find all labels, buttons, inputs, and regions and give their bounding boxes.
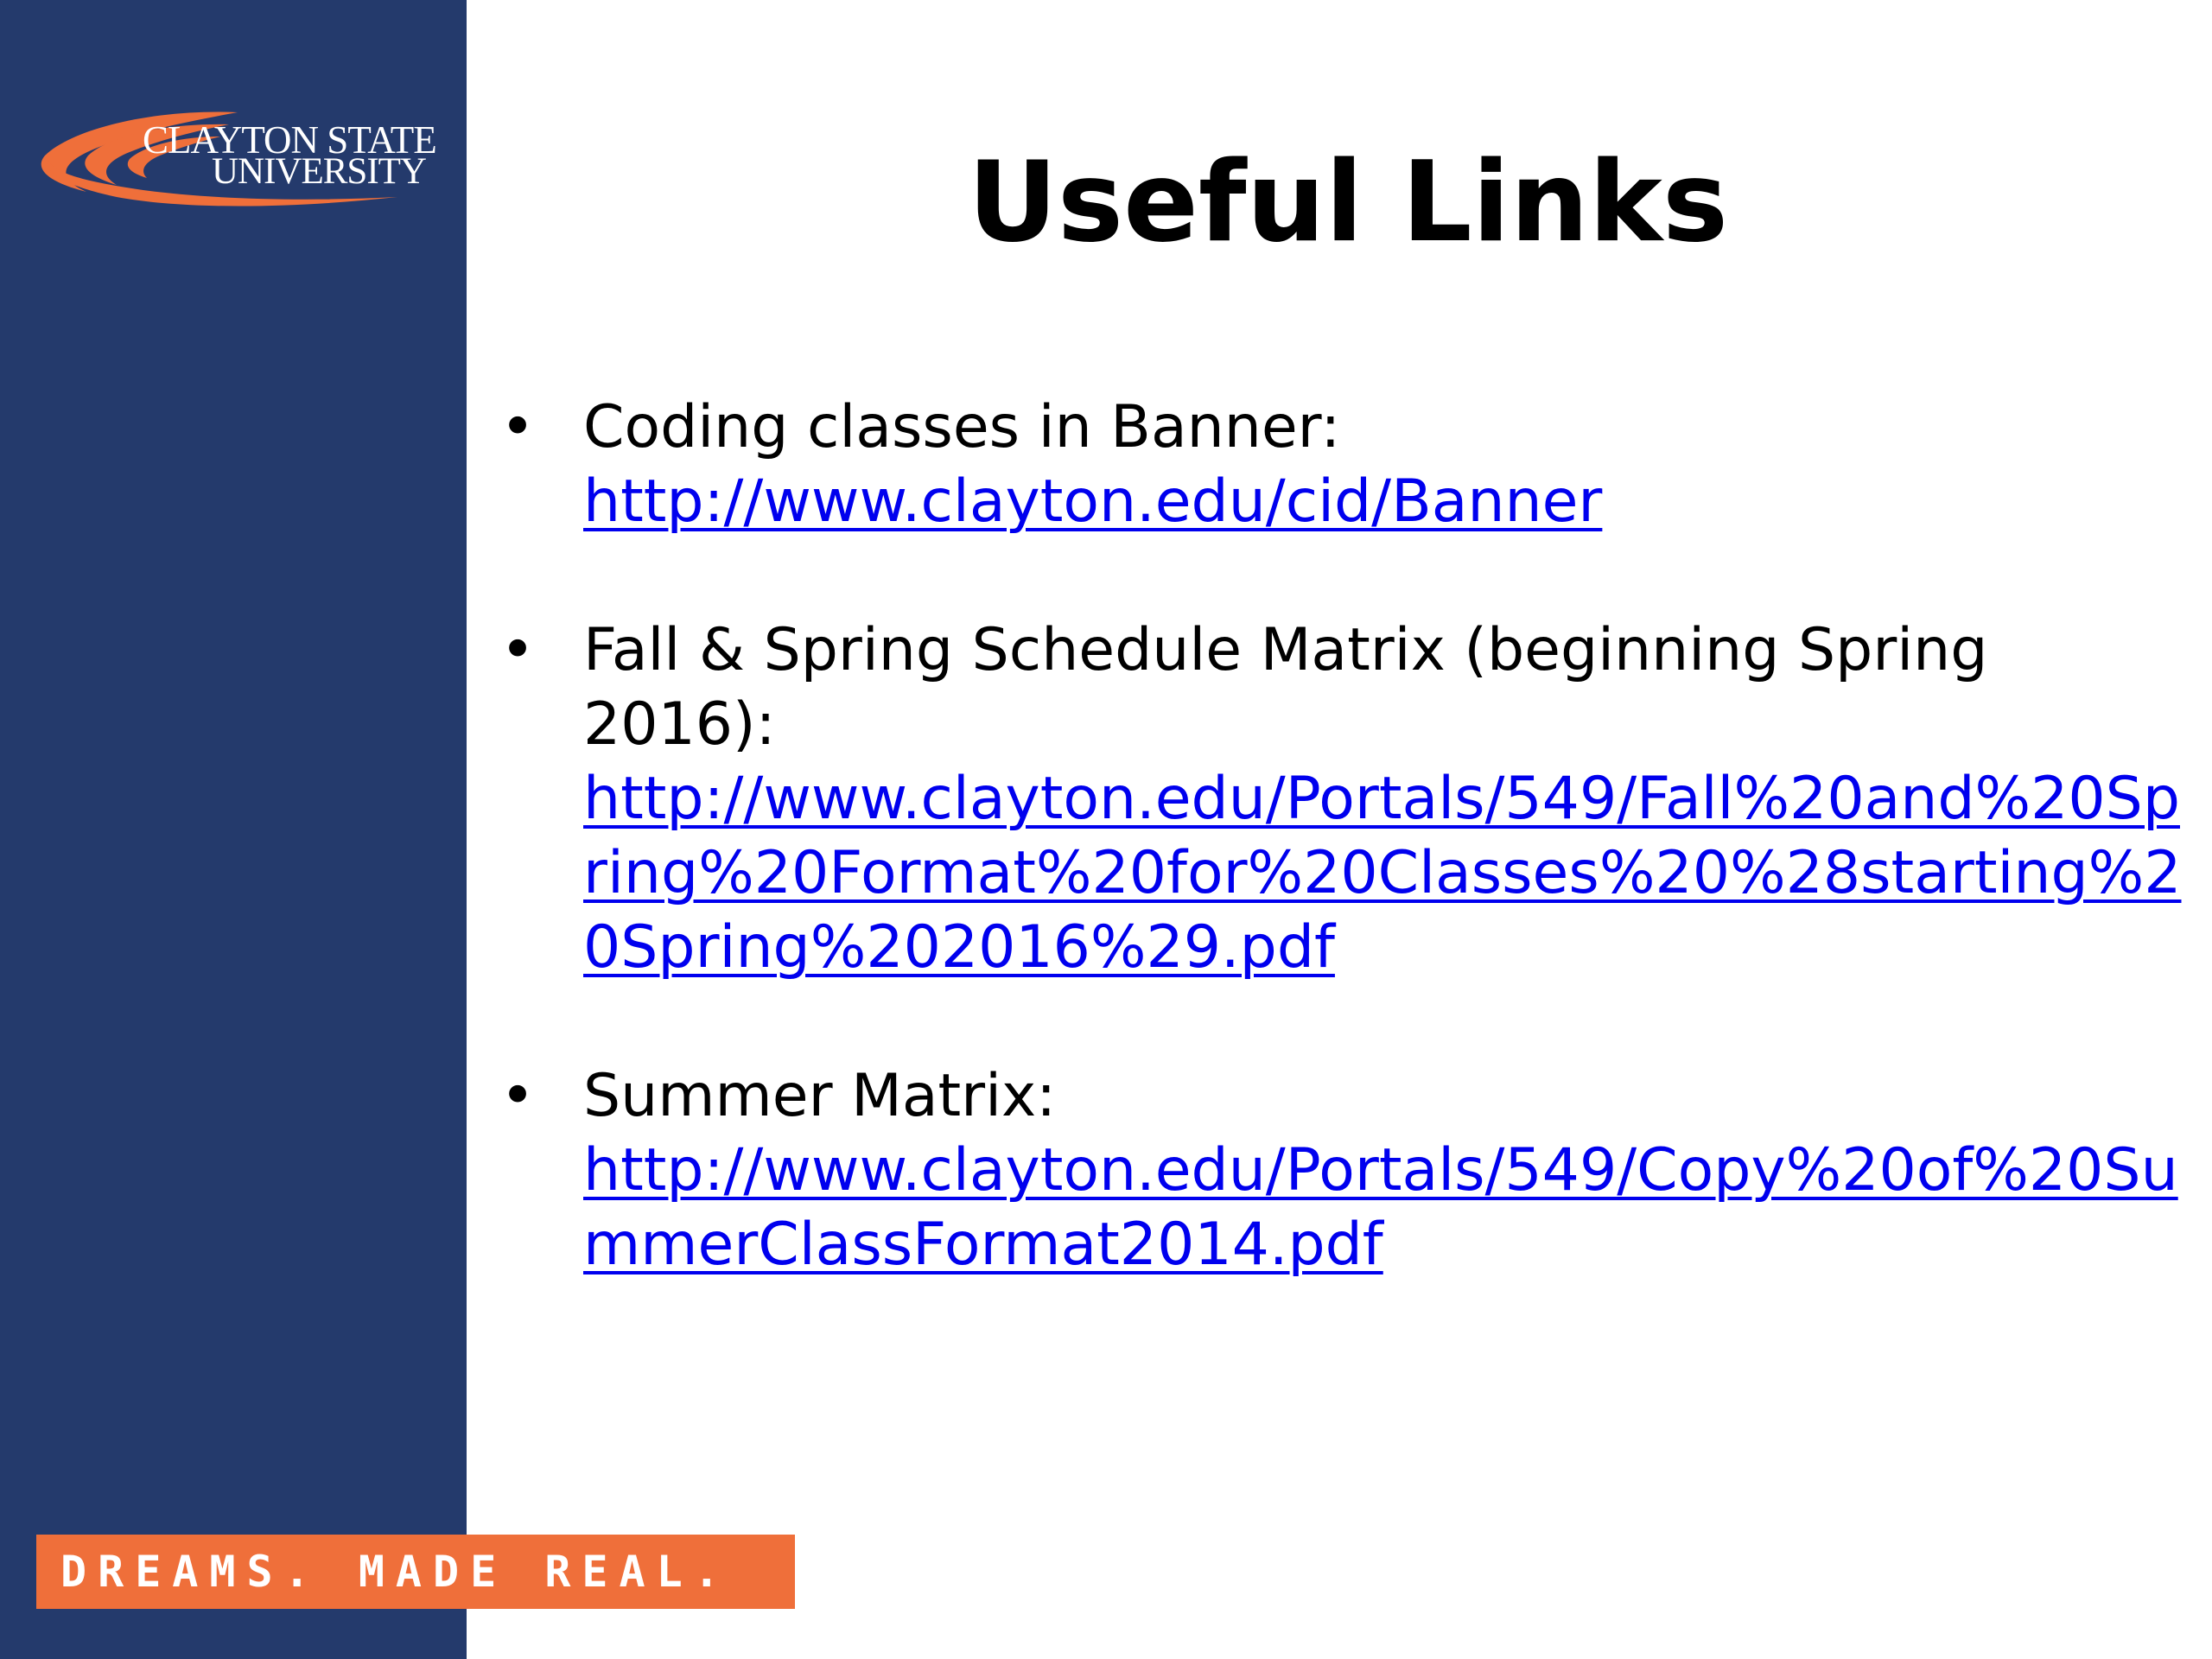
list-item: • Coding classes in Banner: http://www.c… xyxy=(497,391,2190,539)
university-logo: CLAYTON STATE UNIVERSITY xyxy=(35,102,437,214)
bullet-label: Fall & Spring Schedule Matrix (beginning… xyxy=(583,616,1988,759)
list-item: • Summer Matrix: http://www.clayton.edu/… xyxy=(497,1059,2190,1282)
bullet-label: Summer Matrix: xyxy=(583,1062,1057,1130)
list-item: • Fall & Spring Schedule Matrix (beginni… xyxy=(497,613,2190,985)
slide: CLAYTON STATE UNIVERSITY DREAMS. MADE RE… xyxy=(0,0,2212,1659)
logo-text-line2: UNIVERSITY xyxy=(212,151,427,192)
bullet-dot-icon: • xyxy=(500,1062,536,1130)
banner-link[interactable]: http://www.clayton.edu/cid/Banner xyxy=(583,465,2190,539)
bullet-dot-icon: • xyxy=(500,616,536,684)
summer-matrix-link[interactable]: http://www.clayton.edu/Portals/549/Copy%… xyxy=(583,1134,2190,1282)
bullet-dot-icon: • xyxy=(500,393,536,461)
bullet-label: Coding classes in Banner: xyxy=(583,393,1341,461)
fall-spring-matrix-link[interactable]: http://www.clayton.edu/Portals/549/Fall%… xyxy=(583,762,2190,985)
tagline-banner: DREAMS. MADE REAL. xyxy=(36,1535,795,1609)
link-list: • Coding classes in Banner: http://www.c… xyxy=(497,391,2190,1282)
sidebar-band: CLAYTON STATE UNIVERSITY DREAMS. MADE RE… xyxy=(0,0,795,1659)
slide-title: Useful Links xyxy=(967,138,1729,267)
